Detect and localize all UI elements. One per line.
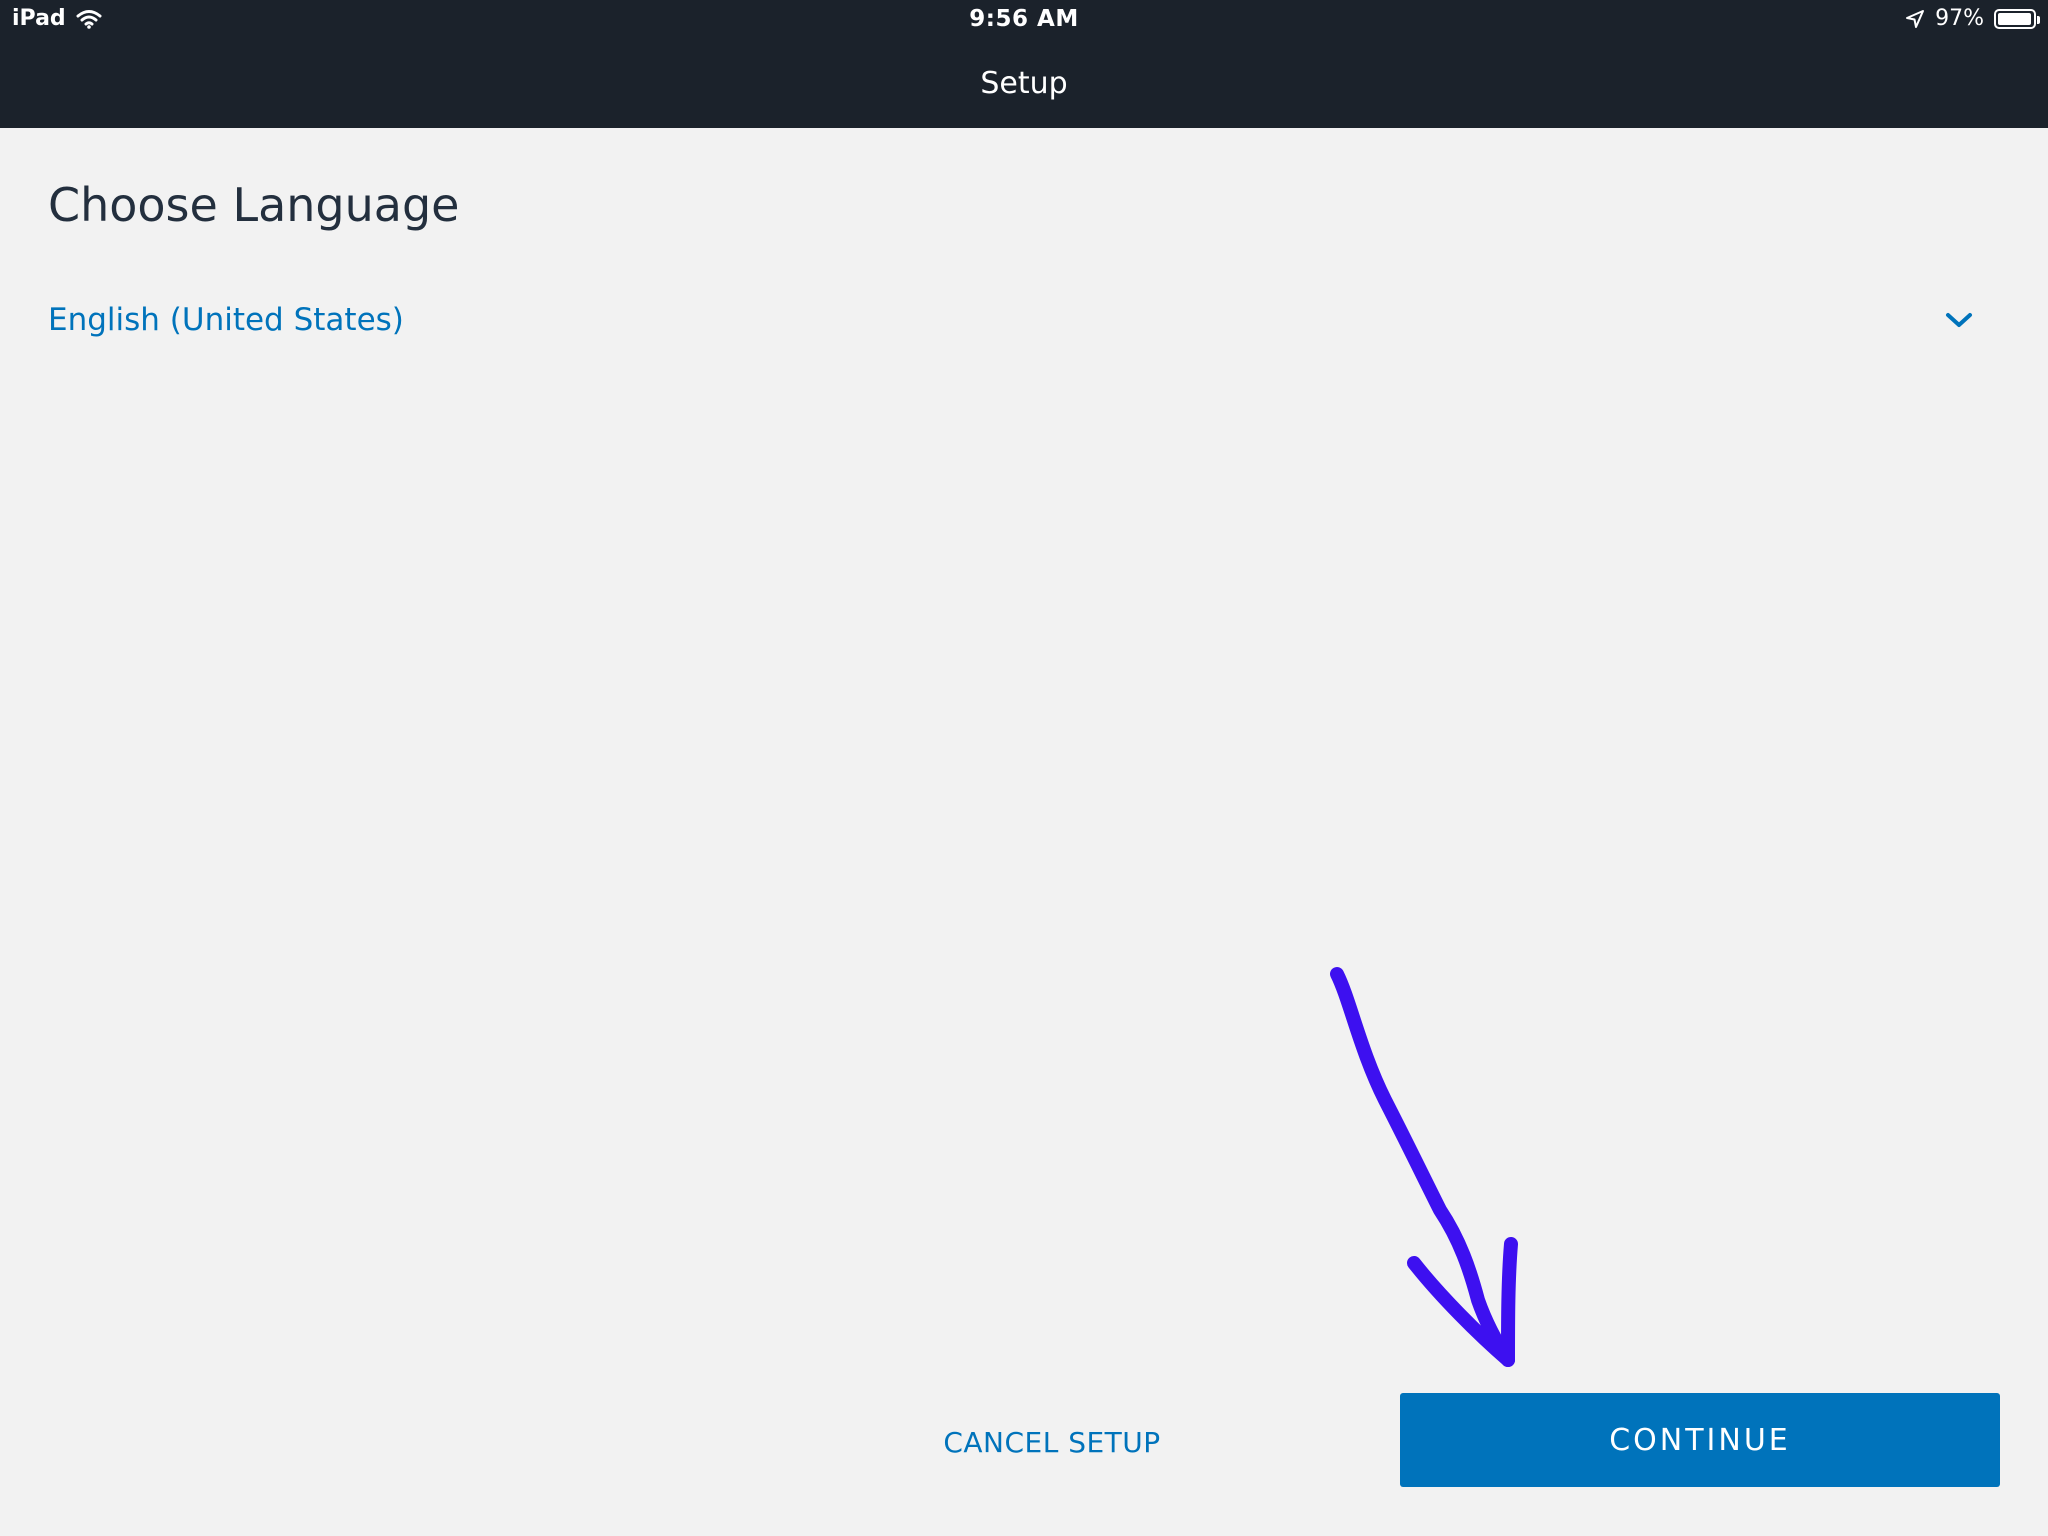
- arrow-shaft: [1330, 967, 1515, 1367]
- arrow-head: [1407, 1237, 1518, 1367]
- selected-language: English (United States): [48, 302, 404, 338]
- status-right: 97%: [1905, 6, 2040, 31]
- language-dropdown[interactable]: English (United States): [48, 292, 2000, 348]
- status-time: 9:56 AM: [969, 6, 1079, 32]
- battery-percent: 97%: [1935, 6, 1984, 31]
- top-bar: iPad 9:56 AM 97% Setup: [0, 0, 2048, 128]
- battery-fill: [1998, 12, 2031, 25]
- battery-icon: [1994, 8, 2040, 29]
- continue-button[interactable]: CONTINUE: [1400, 1393, 2000, 1487]
- page-heading: Choose Language: [48, 178, 460, 232]
- cancel-setup-button[interactable]: CANCEL SETUP: [922, 1414, 1182, 1470]
- nav-title: Setup: [980, 66, 1068, 101]
- location-arrow-icon: [1906, 9, 1925, 28]
- chevron-down-icon: [1946, 313, 1972, 327]
